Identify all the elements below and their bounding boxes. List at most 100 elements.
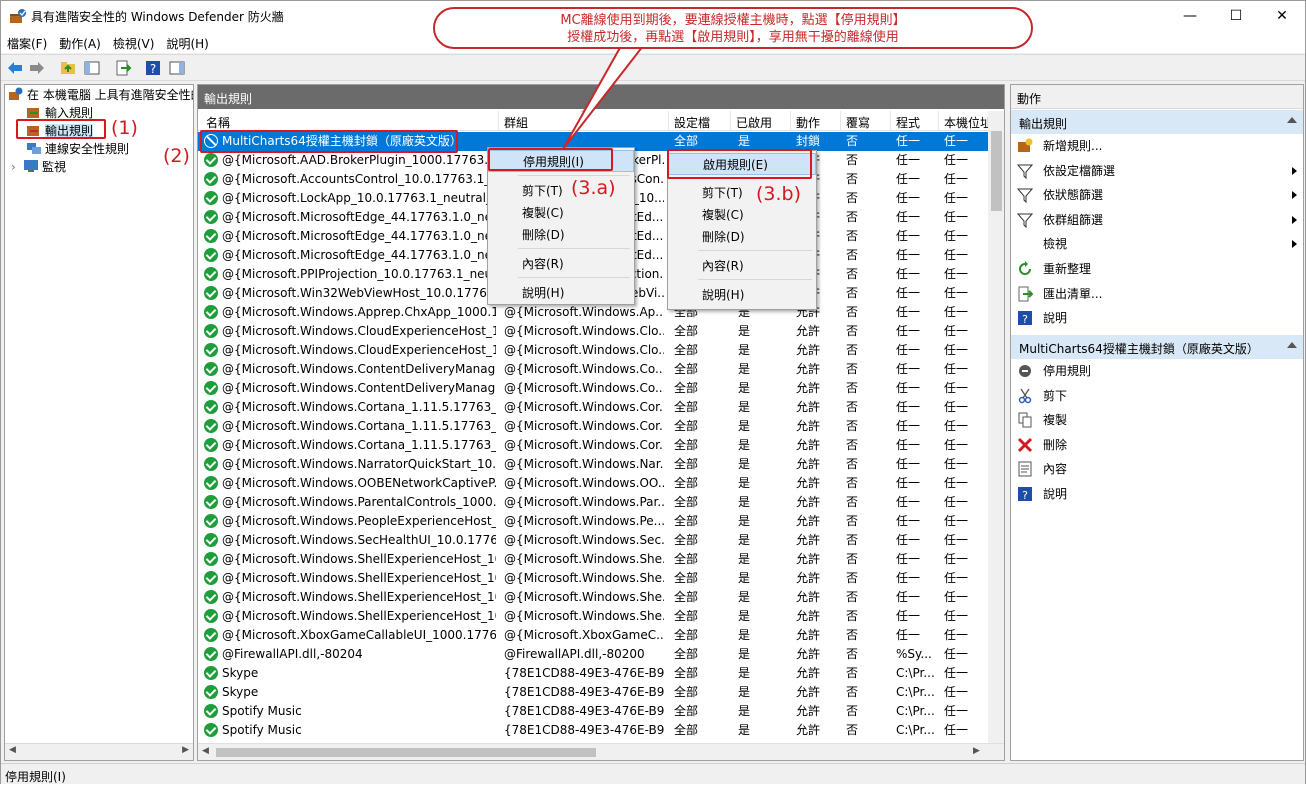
context-menu-item[interactable]: 說明(H) (668, 284, 816, 306)
scroll-thumb[interactable] (216, 748, 596, 757)
action-item[interactable]: 新增規則... (1017, 135, 1301, 157)
context-menu-item[interactable]: 複製(C) (488, 202, 634, 224)
table-row[interactable]: @{Microsoft.Windows.ShellExperienceHost_… (198, 550, 988, 569)
table-row[interactable]: @{Microsoft.Windows.ShellExperienceHost_… (198, 607, 988, 626)
cell-enabled: 是 (738, 685, 751, 699)
tree-horizontal-scrollbar[interactable]: ◀ ▶ (5, 743, 193, 760)
action-item[interactable]: 依狀態篩選 (1017, 184, 1301, 206)
allow-rule-icon (204, 286, 218, 300)
col-override[interactable]: 覆寫 (846, 114, 870, 131)
table-row[interactable]: @{Microsoft.Windows.CloudExperienceHost_… (198, 322, 988, 341)
table-row[interactable]: @{Microsoft.Windows.Cortana_1.11.5.17763… (198, 398, 988, 417)
context-menu-item[interactable]: 說明(H) (488, 282, 634, 304)
table-row[interactable]: @{Microsoft.XboxGameCallableUI_1000.1776… (198, 626, 988, 645)
maximize-button[interactable]: ☐ (1213, 1, 1259, 31)
col-enabled[interactable]: 已啟用 (736, 114, 772, 131)
cell-name: @{Microsoft.Windows.ShellExperienceHost_… (222, 571, 496, 585)
col-name[interactable]: 名稱 (206, 114, 230, 131)
cell-local: 任一 (944, 286, 969, 300)
table-row[interactable]: @{Microsoft.Windows.ContentDeliveryManag… (198, 379, 988, 398)
action-label: 依設定檔篩選 (1043, 163, 1116, 178)
cell-profile: 全部 (674, 495, 699, 509)
table-row[interactable]: @{Microsoft.Windows.ShellExperienceHost_… (198, 569, 988, 588)
col-group[interactable]: 群組 (504, 114, 528, 131)
cell-override: 否 (846, 191, 859, 205)
context-menu-item[interactable]: 內容(R) (488, 253, 634, 275)
context-menu-item[interactable]: 刪除(D) (668, 226, 816, 248)
action-item[interactable]: ? 說明 (1017, 483, 1301, 505)
action-item[interactable]: 停用規則 (1017, 360, 1301, 382)
expand-chevron-icon[interactable]: › (11, 158, 23, 176)
action-item[interactable]: 剪下 (1017, 385, 1301, 407)
submenu-arrow-icon (1292, 215, 1297, 224)
action-item[interactable]: 刪除 (1017, 434, 1301, 456)
table-row[interactable]: @{Microsoft.Windows.Cortana_1.11.5.17763… (198, 436, 988, 455)
table-row[interactable]: Skype {78E1CD88-49E3-476E-B9... 全部 是 允許 否 C:\P… (198, 664, 988, 683)
action-item[interactable]: ? 說明 (1017, 307, 1301, 329)
table-row[interactable]: Skype {78E1CD88-49E3-476E-B9... 全部 是 允許 否 C:\P… (198, 683, 988, 702)
table-row[interactable]: @{Microsoft.Windows.Apprep.ChxApp_1000.1… (198, 303, 988, 322)
menu-view[interactable]: 檢視(V) (107, 31, 161, 52)
cell-name: @{Microsoft.Windows.Apprep.ChxApp_1000.1… (222, 305, 496, 319)
action-item[interactable]: 重新整理 (1017, 258, 1301, 280)
close-button[interactable]: ✕ (1259, 1, 1305, 31)
action-item[interactable]: 依設定檔篩選 (1017, 160, 1301, 182)
rules-vertical-scrollbar[interactable] (988, 111, 1004, 744)
table-row[interactable]: @{Microsoft.Windows.CloudExperienceHost_… (198, 341, 988, 360)
tree-item-connection-security-rules[interactable]: 連線安全性規則 (26, 140, 129, 158)
tree-root[interactable]: 在 本機電腦 上具有進階安全性的 (8, 86, 193, 104)
back-arrow-icon[interactable] (6, 59, 24, 77)
table-row[interactable]: Spotify Music {78E1CD88-49E3-476E-B9... 全部… (198, 721, 988, 740)
cell-override: 否 (846, 153, 859, 167)
cell-program: 任一 (896, 495, 921, 509)
action-item[interactable]: 複製 (1017, 409, 1301, 431)
table-row[interactable]: @{Microsoft.Windows.ShellExperienceHost_… (198, 588, 988, 607)
table-row[interactable]: @{Microsoft.Windows.OOBENetworkCaptiveP.… (198, 474, 988, 493)
firewall-window: 具有進階安全性的 Windows Defender 防火牆 — ☐ ✕ 檔案(F… (0, 0, 1306, 784)
rules-horizontal-scrollbar[interactable]: ◀ ▶ (198, 743, 1004, 760)
table-row[interactable]: @{Microsoft.Windows.Cortana_1.11.5.17763… (198, 417, 988, 436)
help-icon[interactable]: ? (144, 59, 162, 77)
table-row[interactable]: @{Microsoft.Windows.PeopleExperienceHost… (198, 512, 988, 531)
col-local-address[interactable]: 本機位址 (944, 114, 992, 131)
table-row[interactable]: @{Microsoft.Windows.ParentalControls_100… (198, 493, 988, 512)
export-list-icon[interactable] (114, 59, 132, 77)
up-folder-icon[interactable] (59, 59, 77, 77)
action-item[interactable]: 檢視 (1017, 233, 1301, 255)
col-program[interactable]: 程式 (896, 114, 920, 131)
collapse-up-icon[interactable] (1287, 342, 1297, 348)
menu-help[interactable]: 說明(H) (160, 31, 214, 52)
col-action[interactable]: 動作 (796, 114, 820, 131)
context-menu-item[interactable]: 內容(R) (668, 255, 816, 277)
cell-override: 否 (846, 248, 859, 262)
scroll-right-icon[interactable]: ▶ (973, 746, 980, 756)
context-menu-item[interactable]: 複製(C) (668, 204, 816, 226)
actions-section-outbound-rules[interactable]: 輸出規則 (1011, 110, 1303, 134)
menu-file[interactable]: 檔案(F) (1, 31, 53, 52)
table-row[interactable]: @FirewallAPI.dll,-80204 @FirewallAPI.dll,… (198, 645, 988, 664)
action-label: 停用規則 (1043, 364, 1092, 378)
menu-action[interactable]: 動作(A) (53, 31, 107, 52)
context-menu-item[interactable]: 刪除(D) (488, 224, 634, 246)
action-item[interactable]: 匯出清單... (1017, 283, 1301, 305)
table-row[interactable]: @{Microsoft.Windows.ContentDeliveryManag… (198, 360, 988, 379)
table-row[interactable]: Spotify Music {78E1CD88-49E3-476E-B9... 全部… (198, 702, 988, 721)
scroll-right-icon[interactable]: ▶ (182, 745, 189, 755)
minimize-button[interactable]: — (1167, 1, 1213, 31)
forward-arrow-icon[interactable] (28, 59, 46, 77)
scroll-left-icon[interactable]: ◀ (9, 745, 16, 755)
cell-name: @{Microsoft.XboxGameCallableUI_1000.1776… (222, 628, 496, 642)
tree-item-monitoring[interactable]: › 監視 (11, 158, 66, 176)
table-row[interactable]: @{Microsoft.Windows.SecHealthUI_10.0.177… (198, 531, 988, 550)
col-profile[interactable]: 設定檔 (674, 114, 710, 131)
cell-program: 任一 (896, 153, 921, 167)
scroll-left-icon[interactable]: ◀ (202, 746, 209, 756)
action-item[interactable]: 依群組篩選 (1017, 209, 1301, 231)
show-hide-action-pane-icon[interactable] (168, 59, 186, 77)
table-row[interactable]: @{Microsoft.Windows.NarratorQuickStart_1… (198, 455, 988, 474)
action-item[interactable]: 內容 (1017, 458, 1301, 480)
actions-section-selected-rule[interactable]: MultiCharts64授權主機封鎖（原廠英文版） (1011, 335, 1303, 359)
scroll-thumb[interactable] (991, 131, 1002, 211)
show-hide-tree-icon[interactable] (83, 59, 101, 77)
collapse-up-icon[interactable] (1287, 117, 1297, 123)
